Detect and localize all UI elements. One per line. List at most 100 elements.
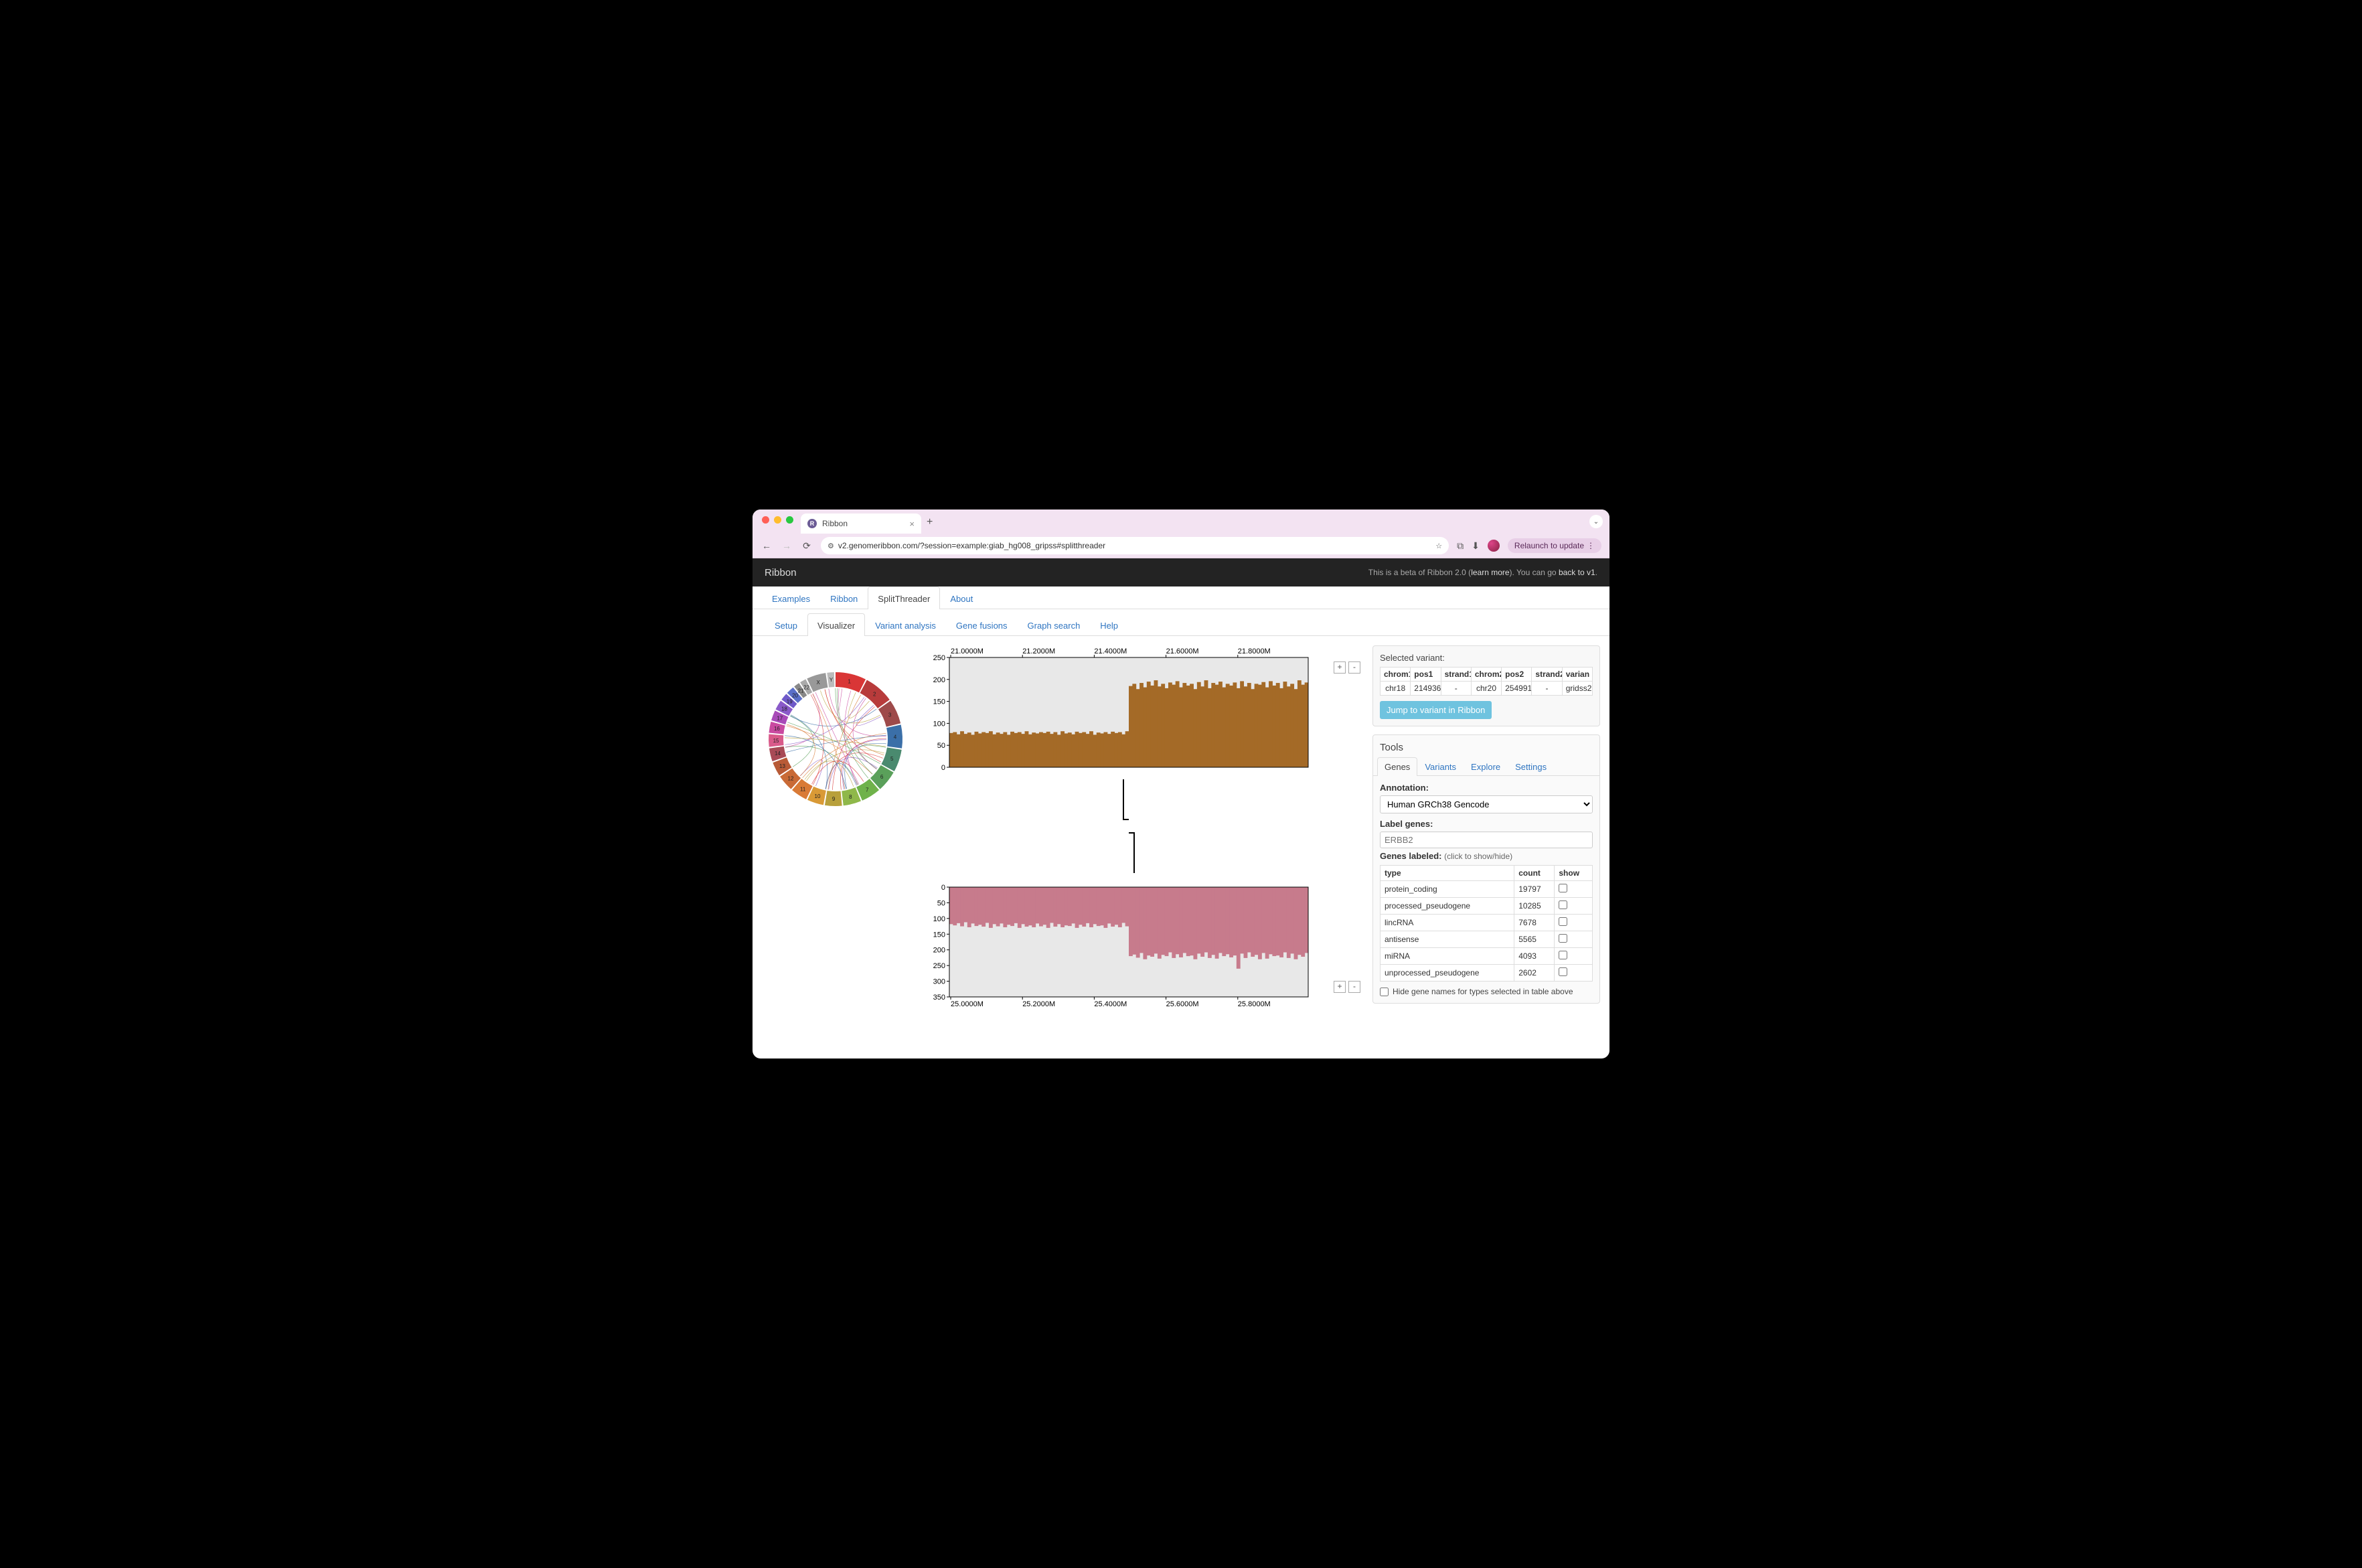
zoom-in-button[interactable]: +	[1334, 981, 1346, 993]
variant-cell: chr18	[1381, 682, 1411, 696]
sub-tab-help[interactable]: Help	[1090, 613, 1128, 636]
gene-count-cell: 5565	[1514, 931, 1555, 948]
profile-avatar[interactable]	[1488, 540, 1500, 552]
main-tab-splitthreader[interactable]: SplitThreader	[868, 586, 940, 609]
svg-text:11: 11	[800, 786, 806, 792]
gene-count-cell: 19797	[1514, 881, 1555, 898]
circos-container: 12345678910111213141516171819202122XY	[762, 645, 916, 1049]
svg-text:5: 5	[890, 756, 894, 762]
gene-show-cell	[1555, 915, 1593, 931]
table-row[interactable]: processed_pseudogene10285	[1381, 898, 1593, 915]
address-bar: ← → ⟳ ⚙ v2.genomeribbon.com/?session=exa…	[753, 534, 1609, 558]
table-row[interactable]: protein_coding19797	[1381, 881, 1593, 898]
main-tab-ribbon[interactable]: Ribbon	[820, 586, 868, 609]
zoom-out-button[interactable]: -	[1348, 661, 1360, 674]
sub-tab-gene-fusions[interactable]: Gene fusions	[946, 613, 1018, 636]
sub-tab-setup[interactable]: Setup	[765, 613, 807, 636]
svg-text:50: 50	[937, 899, 945, 907]
main-content: 12345678910111213141516171819202122XY 05…	[753, 636, 1609, 1059]
svg-text:7: 7	[866, 787, 869, 793]
label-genes-input[interactable]	[1380, 832, 1593, 848]
svg-text:X: X	[816, 680, 820, 686]
variant-table: chrom1pos1strand1chrom2pos2strand2varian…	[1380, 667, 1593, 696]
hide-gene-names-row[interactable]: Hide gene names for types selected in ta…	[1380, 987, 1593, 996]
tools-tab-genes[interactable]: Genes	[1377, 757, 1417, 776]
learn-more-link[interactable]: learn more	[1471, 568, 1509, 577]
downloads-icon[interactable]: ⬇	[1472, 540, 1480, 552]
svg-text:1: 1	[848, 678, 851, 684]
svg-text:200: 200	[933, 676, 945, 684]
back-button[interactable]: ←	[761, 540, 773, 551]
maximize-window-icon[interactable]	[786, 516, 793, 524]
tab-overflow-icon[interactable]: ⌄	[1589, 515, 1603, 528]
window-controls	[762, 516, 793, 524]
jump-to-variant-button[interactable]: Jump to variant in Ribbon	[1380, 701, 1492, 719]
variant-header: varian	[1562, 668, 1592, 682]
coverage-chart-top[interactable]: 05010015020025021.0000M21.2000M21.4000M2…	[923, 645, 1311, 779]
svg-text:50: 50	[937, 742, 945, 750]
gene-show-checkbox[interactable]	[1559, 917, 1567, 926]
svg-text:10: 10	[815, 793, 821, 799]
extensions-icon[interactable]: ⧉	[1457, 540, 1464, 552]
zoom-in-button[interactable]: +	[1334, 661, 1346, 674]
hide-gene-names-checkbox[interactable]	[1380, 988, 1389, 996]
favicon-icon: R	[807, 519, 817, 528]
label-genes-label: Label genes:	[1380, 819, 1593, 829]
relaunch-button[interactable]: Relaunch to update ⋮	[1508, 538, 1601, 553]
variant-header: chrom2	[1471, 668, 1501, 682]
table-row[interactable]: miRNA4093	[1381, 948, 1593, 965]
genes-header: show	[1555, 866, 1593, 881]
coverage-chart-bottom[interactable]: 05010015020025030035025.0000M25.2000M25.…	[923, 875, 1311, 1009]
svg-text:150: 150	[933, 931, 945, 939]
circos-plot[interactable]: 12345678910111213141516171819202122XY	[762, 665, 909, 813]
new-tab-button[interactable]: +	[927, 516, 933, 528]
reload-button[interactable]: ⟳	[801, 540, 813, 552]
gene-show-checkbox[interactable]	[1559, 967, 1567, 976]
gene-type-cell: miRNA	[1381, 948, 1514, 965]
zoom-out-button[interactable]: -	[1348, 981, 1360, 993]
variant-header: pos1	[1411, 668, 1441, 682]
sub-tab-graph-search[interactable]: Graph search	[1018, 613, 1091, 636]
svg-text:8: 8	[849, 794, 852, 800]
back-to-v1-link[interactable]: back to v1	[1559, 568, 1595, 577]
genes-header: count	[1514, 866, 1555, 881]
app-brand: Ribbon	[765, 567, 797, 578]
gene-count-cell: 4093	[1514, 948, 1555, 965]
main-tab-examples[interactable]: Examples	[762, 586, 820, 609]
svg-text:250: 250	[933, 654, 945, 662]
sub-tab-visualizer[interactable]: Visualizer	[807, 613, 865, 636]
table-row[interactable]: lincRNA7678	[1381, 915, 1593, 931]
svg-text:Y: Y	[830, 677, 834, 683]
browser-tab[interactable]: R Ribbon ×	[801, 514, 921, 534]
gene-show-checkbox[interactable]	[1559, 884, 1567, 892]
gene-show-cell	[1555, 948, 1593, 965]
tab-bar: R Ribbon × + ⌄	[753, 509, 1609, 534]
forward-button[interactable]: →	[781, 540, 793, 551]
close-window-icon[interactable]	[762, 516, 769, 524]
site-settings-icon[interactable]: ⚙	[828, 542, 834, 550]
bookmark-icon[interactable]: ☆	[1435, 542, 1442, 550]
svg-text:3: 3	[888, 712, 892, 718]
minimize-window-icon[interactable]	[774, 516, 781, 524]
annotation-select[interactable]: Human GRCh38 Gencode	[1380, 795, 1593, 813]
beta-text-mid: ). You can go	[1510, 568, 1559, 577]
svg-text:14: 14	[775, 751, 781, 757]
sub-tab-variant-analysis[interactable]: Variant analysis	[865, 613, 946, 636]
gene-show-checkbox[interactable]	[1559, 951, 1567, 959]
svg-text:150: 150	[933, 698, 945, 706]
url-field[interactable]: ⚙ v2.genomeribbon.com/?session=example:g…	[821, 537, 1449, 554]
gene-show-checkbox[interactable]	[1559, 934, 1567, 943]
selected-variant-title: Selected variant:	[1380, 653, 1593, 663]
gene-show-checkbox[interactable]	[1559, 900, 1567, 909]
close-tab-icon[interactable]: ×	[909, 519, 915, 529]
app-header: Ribbon This is a beta of Ribbon 2.0 (lea…	[753, 558, 1609, 586]
gene-show-cell	[1555, 881, 1593, 898]
side-panel: Selected variant: chrom1pos1strand1chrom…	[1372, 645, 1600, 1049]
tools-tab-variants[interactable]: Variants	[1417, 757, 1464, 776]
track-bottom-controls: + -	[1334, 981, 1360, 993]
tools-tab-settings[interactable]: Settings	[1508, 757, 1554, 776]
table-row[interactable]: unprocessed_pseudogene2602	[1381, 965, 1593, 982]
table-row[interactable]: antisense5565	[1381, 931, 1593, 948]
tools-tab-explore[interactable]: Explore	[1464, 757, 1508, 776]
main-tab-about[interactable]: About	[940, 586, 983, 609]
